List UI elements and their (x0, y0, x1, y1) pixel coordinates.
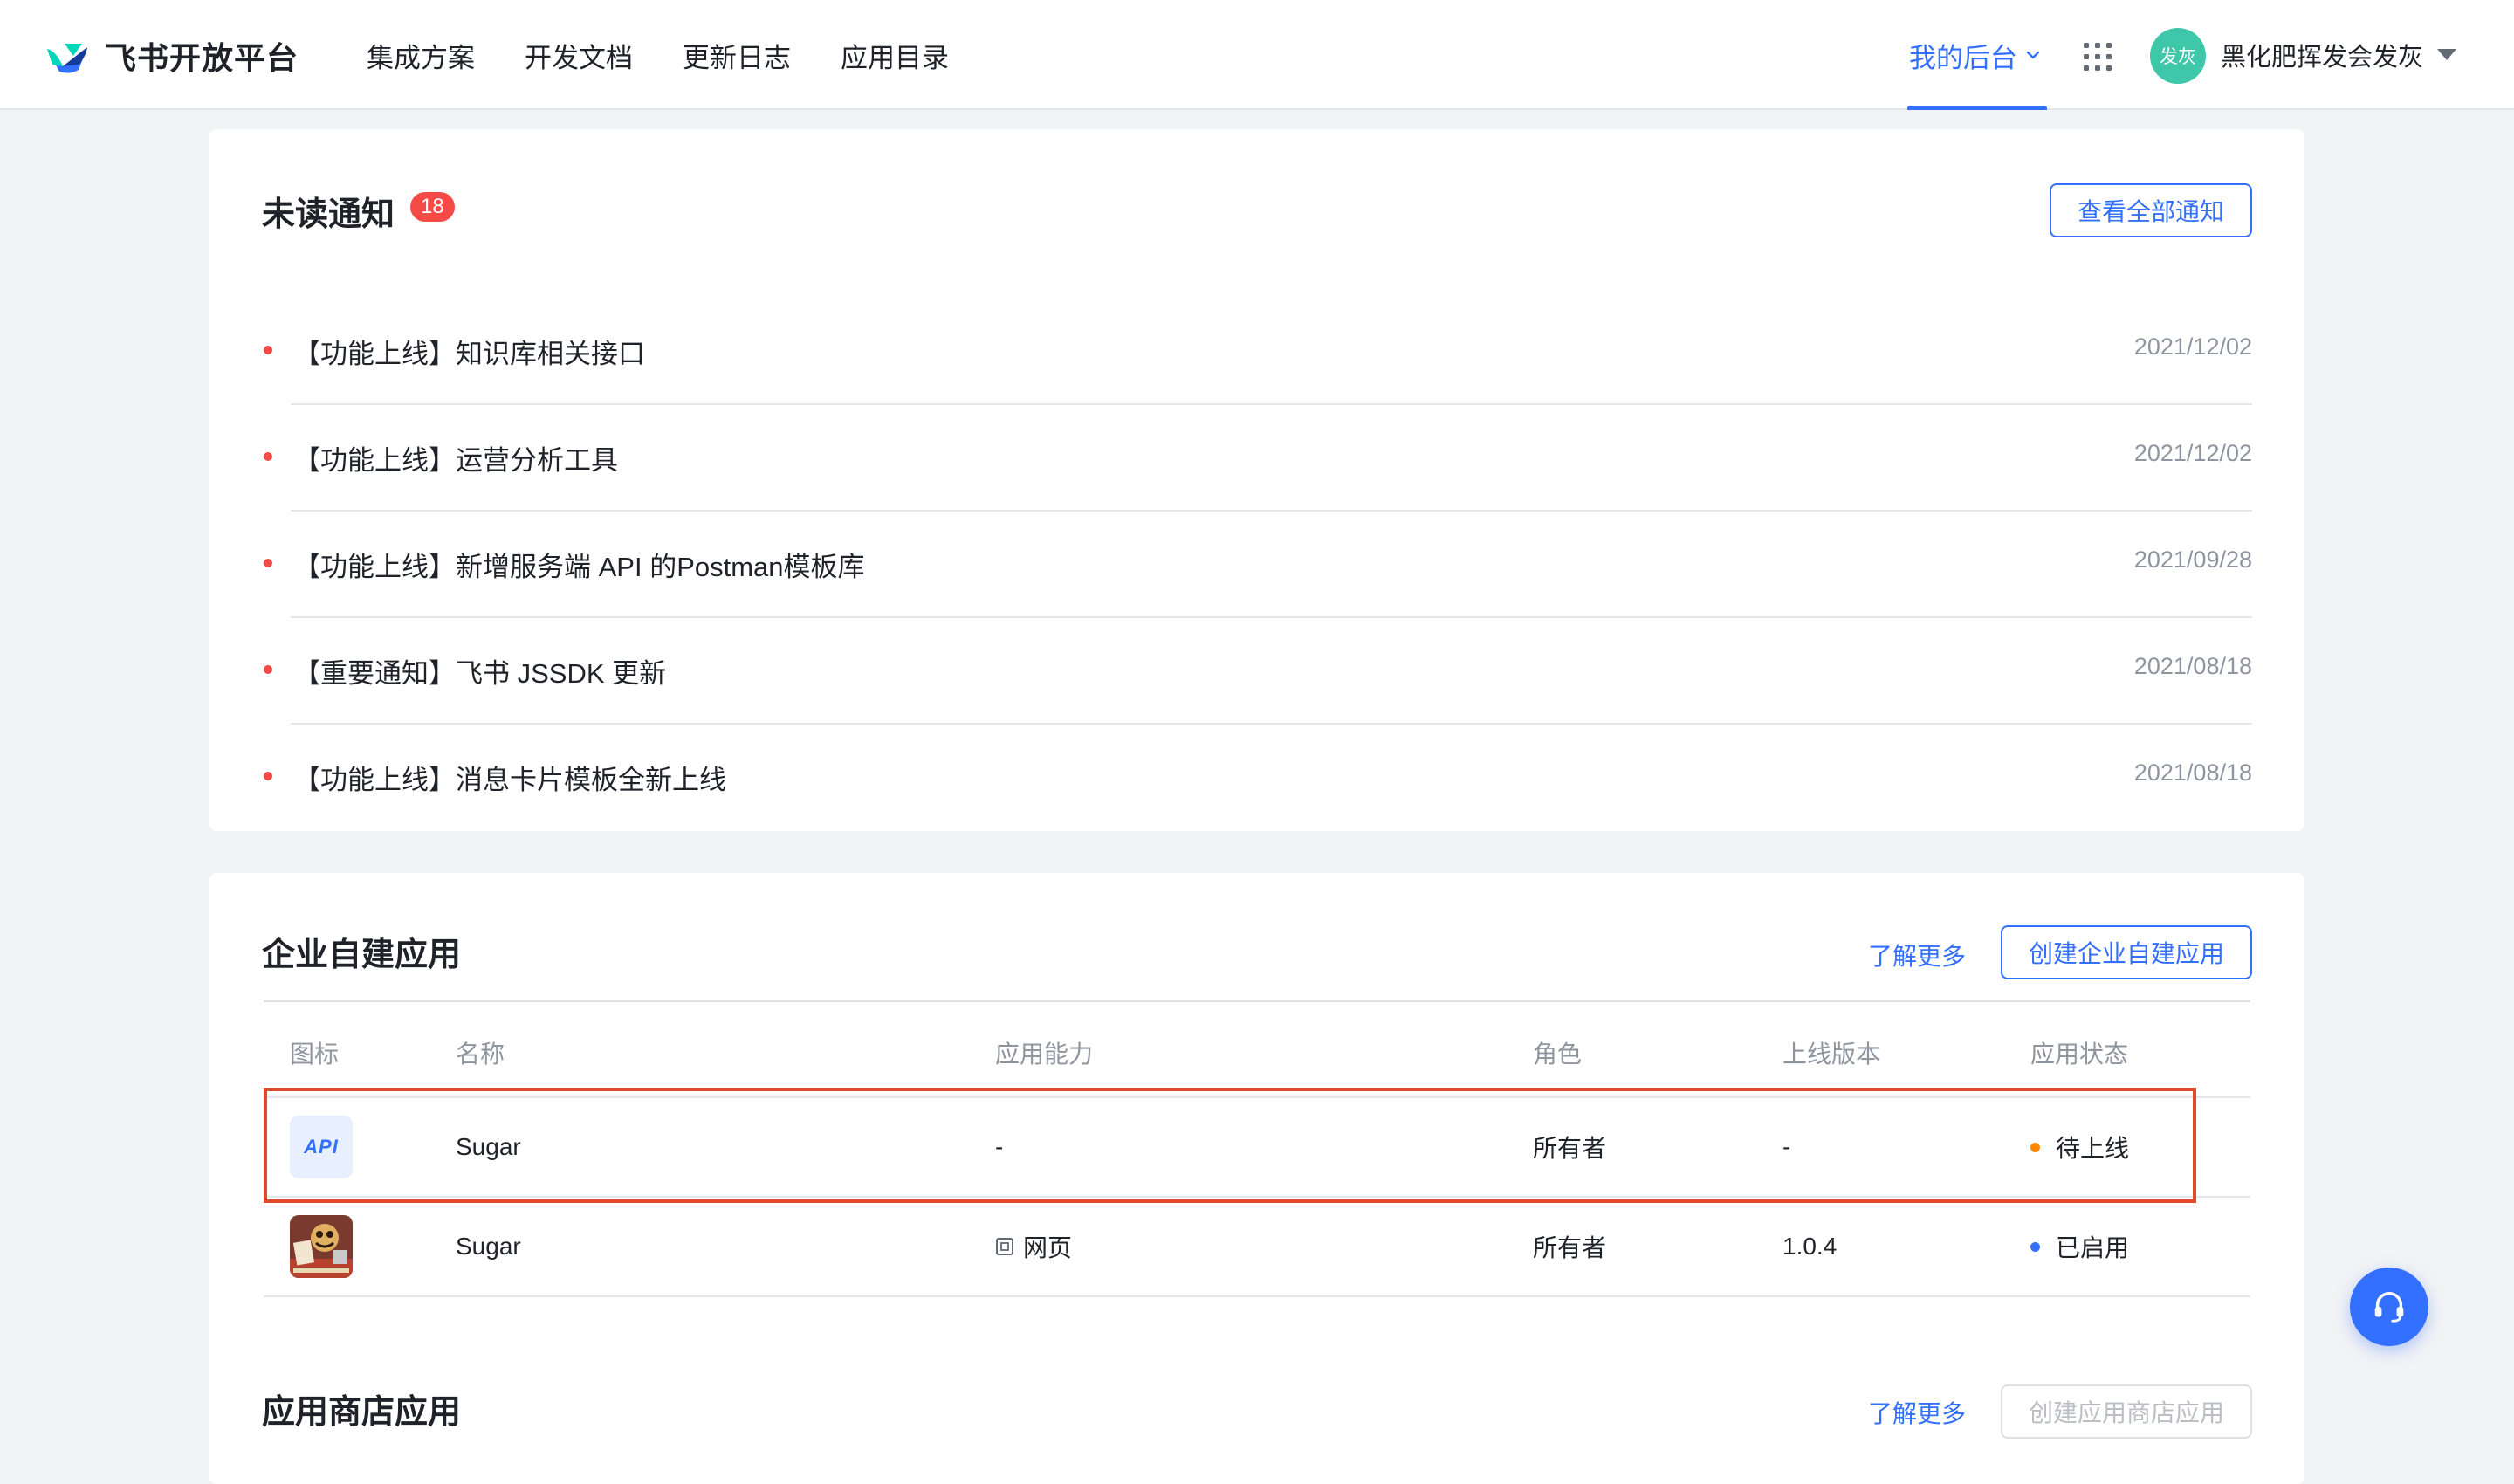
top-navigation: 飞书开放平台 集成方案 开发文档 更新日志 应用目录 我的后台 发灰 黑化肥挥发… (0, 0, 2514, 110)
unread-count-badge: 18 (410, 192, 455, 222)
view-all-notices-button[interactable]: 查看全部通知 (2050, 183, 2252, 237)
unread-dot (264, 665, 272, 674)
app-capability: 网页 (995, 1198, 1072, 1295)
create-store-app-button[interactable]: 创建应用商店应用 (2001, 1384, 2252, 1439)
brand-name: 飞书开放平台 (105, 40, 299, 76)
app-grid-icon[interactable] (2083, 42, 2112, 72)
custom-apps-title: 企业自建应用 (262, 937, 462, 973)
caret-down-icon[interactable] (2437, 49, 2456, 60)
notice-date: 2021/08/18 (2133, 759, 2252, 786)
unread-dot (264, 772, 272, 780)
brand-logo[interactable]: 飞书开放平台 (44, 31, 299, 80)
table-row[interactable]: Sugar 网页 所有者 1.0.4 已启用 (264, 1198, 2250, 1297)
unread-dot (264, 559, 272, 567)
user-avatar[interactable]: 发灰 (2150, 28, 2206, 84)
feishu-logo-icon (47, 44, 87, 73)
status-pending-dot (2030, 1142, 2040, 1152)
status-enabled-dot (2030, 1241, 2040, 1252)
app-capability: - (995, 1133, 1004, 1160)
app-version: 1.0.4 (1782, 1233, 1837, 1260)
notice-title[interactable]: 【功能上线】消息卡片模板全新上线 (293, 758, 726, 797)
nav-link-changelog[interactable]: 更新日志 (683, 36, 791, 75)
app-version: - (1782, 1133, 1791, 1160)
custom-apps-card: 企业自建应用 了解更多 创建企业自建应用 图标 名称 应用能力 角色 上线版本 … (210, 873, 2304, 1484)
table-row[interactable]: API Sugar - 所有者 - 待上线 (264, 1098, 2250, 1198)
active-tab-indicator (1907, 106, 2047, 110)
unread-dot (264, 452, 272, 461)
store-apps-title: 应用商店应用 (262, 1394, 462, 1431)
app-status-label: 已启用 (2056, 1234, 2130, 1261)
app-icon-cell (290, 1198, 353, 1295)
nav-links: 集成方案 开发文档 更新日志 应用目录 (367, 0, 999, 110)
notice-date: 2021/12/02 (2133, 440, 2252, 466)
app-icon-cell: API (290, 1098, 353, 1196)
app-name[interactable]: Sugar (456, 1098, 521, 1196)
nav-link-solutions[interactable]: 集成方案 (367, 36, 475, 75)
notices-title: 未读通知 (262, 196, 395, 233)
app-capability-label: 网页 (1023, 1234, 1073, 1261)
notice-title[interactable]: 【功能上线】运营分析工具 (293, 438, 618, 477)
game-thumbnail-icon (290, 1215, 353, 1278)
webpage-icon (996, 1238, 1013, 1255)
nav-link-app-directory[interactable]: 应用目录 (841, 36, 949, 75)
unread-notices-card: 未读通知 18 查看全部通知 【功能上线】知识库相关接口 2021/12/02 … (210, 129, 2304, 831)
api-icon: API (290, 1116, 353, 1178)
column-header-icon: 图标 (290, 1041, 340, 1068)
notice-date: 2021/12/02 (2133, 333, 2252, 360)
api-icon-label: API (304, 1136, 339, 1158)
app-role: 所有者 (1533, 1234, 1607, 1261)
notice-date: 2021/09/28 (2133, 546, 2252, 573)
column-header-version: 上线版本 (1782, 1041, 1881, 1068)
app-status-label: 待上线 (2056, 1135, 2130, 1162)
app-role: 所有者 (1533, 1135, 1607, 1162)
store-apps-learn-more-link[interactable]: 了解更多 (1868, 1395, 1966, 1430)
column-header-role: 角色 (1533, 1041, 1583, 1068)
user-name[interactable]: 黑化肥挥发会发灰 (2221, 0, 2423, 110)
chevron-down-icon (2026, 51, 2040, 59)
notice-item[interactable]: 【功能上线】消息卡片模板全新上线 2021/08/18 (262, 725, 2252, 831)
help-chat-button[interactable] (2350, 1268, 2428, 1346)
notice-item[interactable]: 【功能上线】知识库相关接口 2021/12/02 (262, 299, 2252, 405)
nav-link-docs[interactable]: 开发文档 (525, 36, 633, 75)
notice-title[interactable]: 【功能上线】新增服务端 API 的Postman模板库 (293, 545, 865, 584)
column-header-status: 应用状态 (2030, 1041, 2129, 1068)
table-header: 图标 名称 应用能力 角色 上线版本 应用状态 (264, 1002, 2250, 1098)
nav-tab-my-backend[interactable]: 我的后台 (1906, 0, 2047, 110)
notice-item[interactable]: 【功能上线】新增服务端 API 的Postman模板库 2021/09/28 (262, 512, 2252, 618)
custom-apps-learn-more-link[interactable]: 了解更多 (1868, 938, 1966, 972)
unread-dot (264, 346, 272, 354)
notice-item[interactable]: 【重要通知】飞书 JSSDK 更新 2021/08/18 (262, 618, 2252, 725)
app-status: 待上线 (2030, 1098, 2129, 1196)
app-status: 已启用 (2030, 1198, 2129, 1295)
notice-date: 2021/08/18 (2133, 653, 2252, 679)
notice-title[interactable]: 【功能上线】知识库相关接口 (293, 332, 645, 371)
nav-tab-my-backend-label: 我的后台 (1909, 42, 2017, 73)
notice-item[interactable]: 【功能上线】运营分析工具 2021/12/02 (262, 405, 2252, 512)
notice-title[interactable]: 【重要通知】飞书 JSSDK 更新 (293, 651, 666, 690)
column-header-name: 名称 (456, 1041, 505, 1068)
create-custom-app-button[interactable]: 创建企业自建应用 (2001, 925, 2252, 979)
app-name[interactable]: Sugar (456, 1198, 521, 1295)
headset-icon (2374, 1291, 2404, 1323)
column-header-capability: 应用能力 (995, 1041, 1094, 1068)
